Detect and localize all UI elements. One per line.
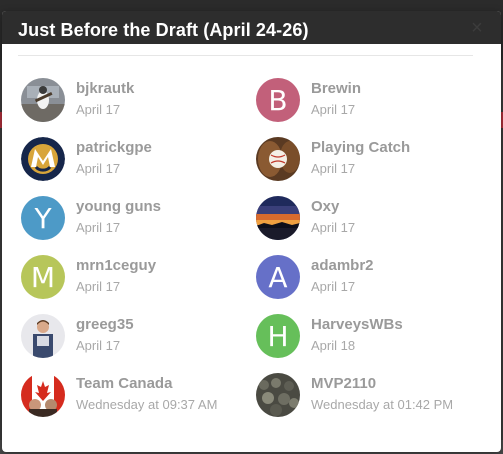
letter-avatar[interactable]: B bbox=[256, 78, 300, 122]
member-name[interactable]: adambr2 bbox=[311, 257, 374, 274]
member-name[interactable]: Brewin bbox=[311, 80, 361, 97]
brewers-logo-icon bbox=[21, 137, 65, 181]
avatar[interactable] bbox=[21, 78, 65, 122]
member-name[interactable]: Oxy bbox=[311, 198, 339, 215]
member-join-date: April 17 bbox=[311, 220, 356, 235]
crowd-photo-icon bbox=[256, 373, 300, 417]
member-join-date: Wednesday at 01:42 PM bbox=[311, 397, 454, 412]
member-name[interactable]: greeg35 bbox=[76, 316, 134, 333]
member-item[interactable]: greeg35 April 17 bbox=[21, 314, 251, 362]
member-item[interactable]: B Brewin April 17 bbox=[256, 78, 486, 126]
sunset-photo-icon bbox=[256, 196, 300, 240]
member-name[interactable]: Playing Catch bbox=[311, 139, 410, 156]
baseball-player-photo-icon bbox=[21, 78, 65, 122]
member-join-date: April 17 bbox=[311, 102, 356, 117]
member-item[interactable]: H HarveysWBs April 18 bbox=[256, 314, 486, 362]
member-join-date: April 17 bbox=[311, 161, 356, 176]
member-join-date: April 17 bbox=[76, 279, 121, 294]
member-join-date: April 18 bbox=[311, 338, 356, 353]
member-name[interactable]: young guns bbox=[76, 198, 161, 215]
member-item[interactable]: bjkrautk April 17 bbox=[21, 78, 251, 126]
letter-avatar[interactable]: H bbox=[256, 314, 300, 358]
member-item[interactable]: Oxy April 17 bbox=[256, 196, 486, 244]
member-item[interactable]: A adambr2 April 17 bbox=[256, 255, 486, 303]
avatar[interactable] bbox=[21, 314, 65, 358]
members-modal: Just Before the Draft (April 24-26) × bj… bbox=[2, 11, 501, 452]
letter-avatar[interactable]: M bbox=[21, 255, 65, 299]
member-join-date: April 17 bbox=[76, 338, 121, 353]
member-item[interactable]: Y young guns April 17 bbox=[21, 196, 251, 244]
member-item[interactable]: patrickgpe April 17 bbox=[21, 137, 251, 185]
avatar[interactable] bbox=[256, 373, 300, 417]
letter-avatar[interactable]: A bbox=[256, 255, 300, 299]
baseball-glove-photo-icon bbox=[256, 137, 300, 181]
member-item[interactable]: M mrn1ceguy April 17 bbox=[21, 255, 251, 303]
member-name[interactable]: MVP2110 bbox=[311, 375, 376, 392]
member-name[interactable]: HarveysWBs bbox=[311, 316, 403, 333]
member-join-date: April 17 bbox=[76, 161, 121, 176]
person-photo-icon bbox=[21, 314, 65, 358]
team-canada-photo-icon bbox=[21, 373, 65, 417]
avatar[interactable] bbox=[21, 373, 65, 417]
member-join-date: April 17 bbox=[76, 220, 121, 235]
avatar[interactable] bbox=[256, 196, 300, 240]
avatar[interactable] bbox=[256, 137, 300, 181]
modal-title: Just Before the Draft (April 24-26) bbox=[18, 20, 309, 40]
member-name[interactable]: Team Canada bbox=[76, 375, 172, 392]
member-name[interactable]: bjkrautk bbox=[76, 80, 134, 97]
divider bbox=[18, 55, 473, 56]
close-icon[interactable]: × bbox=[467, 18, 487, 38]
member-join-date: Wednesday at 09:37 AM bbox=[76, 397, 218, 412]
letter-avatar[interactable]: Y bbox=[21, 196, 65, 240]
member-item[interactable]: MVP2110 Wednesday at 01:42 PM bbox=[256, 373, 486, 421]
avatar[interactable] bbox=[21, 137, 65, 181]
modal-header: Just Before the Draft (April 24-26) × bbox=[2, 11, 501, 44]
member-name[interactable]: mrn1ceguy bbox=[76, 257, 156, 274]
member-join-date: April 17 bbox=[76, 102, 121, 117]
member-name[interactable]: patrickgpe bbox=[76, 139, 152, 156]
member-item[interactable]: Team Canada Wednesday at 09:37 AM bbox=[21, 373, 251, 421]
member-item[interactable]: Playing Catch April 17 bbox=[256, 137, 486, 185]
member-join-date: April 17 bbox=[311, 279, 356, 294]
